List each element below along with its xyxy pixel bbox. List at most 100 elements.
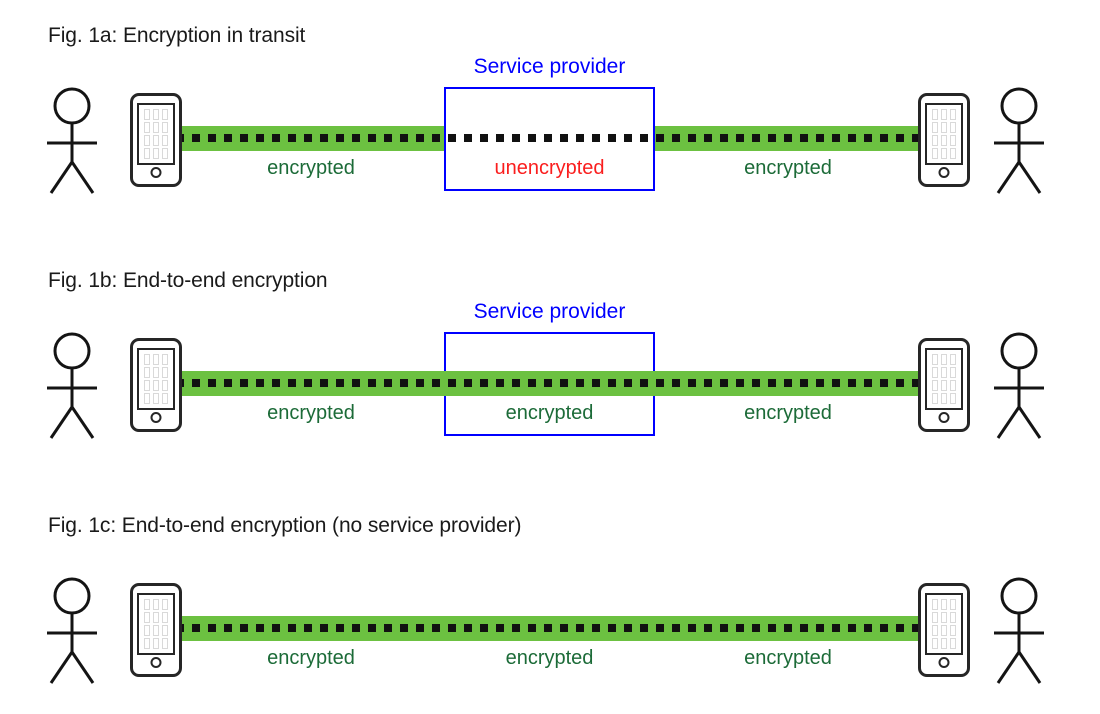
app-icon [144, 122, 151, 133]
app-icon [144, 354, 151, 365]
app-icon [161, 612, 168, 623]
figure-1b: Fig. 1b: End-to-end encryption Service p… [0, 245, 1100, 495]
app-icon [940, 367, 948, 378]
app-icon [940, 380, 948, 391]
app-icon [144, 599, 151, 610]
figure-1b-title: Fig. 1b: End-to-end encryption [48, 269, 328, 292]
right-smartphone-home-button [938, 657, 950, 668]
app-icon [940, 393, 948, 404]
service-provider-label: Service provider [473, 55, 626, 78]
app-icon [949, 625, 956, 636]
service-provider-label: Service provider [473, 300, 626, 323]
right-smartphone-home-button [938, 167, 950, 178]
app-icon [932, 148, 939, 159]
left-smartphone [130, 583, 182, 677]
app-icon [949, 148, 956, 159]
app-icon [940, 612, 948, 623]
app-icon [932, 135, 939, 146]
app-icon [932, 393, 939, 404]
data-flow-dotted-line [176, 624, 922, 632]
app-icon [144, 109, 151, 120]
figure-1c-title: Fig. 1c: End-to-end encryption (no servi… [48, 514, 522, 537]
left-smartphone-home-button [150, 412, 162, 423]
app-icon [940, 354, 948, 365]
right-smartphone [918, 338, 970, 432]
app-icon [940, 122, 948, 133]
app-icon [144, 367, 151, 378]
segment-label-left: encrypted [267, 402, 355, 424]
app-icon [161, 638, 168, 649]
app-icon [152, 380, 160, 391]
app-icon [940, 625, 948, 636]
data-flow-dotted-line [176, 134, 922, 142]
app-icon [949, 599, 956, 610]
app-icon [932, 354, 939, 365]
app-icon [161, 122, 168, 133]
app-icon [949, 122, 956, 133]
left-smartphone-screen [137, 593, 175, 655]
left-smartphone-screen [137, 348, 175, 410]
app-icon [940, 599, 948, 610]
app-icon [161, 625, 168, 636]
right-smartphone-screen [925, 103, 963, 165]
segment-label-left: encrypted [267, 647, 355, 669]
right-smartphone [918, 583, 970, 677]
app-icon [152, 638, 160, 649]
app-icon [144, 135, 151, 146]
app-icon [161, 393, 168, 404]
left-actor-stick-figure [44, 576, 106, 684]
app-icon [161, 148, 168, 159]
app-icon [949, 380, 956, 391]
app-icon [144, 148, 151, 159]
right-actor-stick-figure [988, 331, 1050, 439]
app-icon [940, 109, 948, 120]
segment-label-middle: encrypted [505, 647, 594, 669]
app-icon [161, 599, 168, 610]
app-icon [152, 612, 160, 623]
right-smartphone-screen [925, 348, 963, 410]
left-actor-stick-figure [44, 86, 106, 194]
figure-1a: Fig. 1a: Encryption in transit Service p… [0, 0, 1100, 250]
right-smartphone-screen [925, 593, 963, 655]
app-icon [932, 612, 939, 623]
left-smartphone [130, 93, 182, 187]
app-icon [940, 638, 948, 649]
right-smartphone [918, 93, 970, 187]
left-actor-stick-figure [44, 331, 106, 439]
segment-label-right: encrypted [744, 402, 832, 424]
app-icon [161, 109, 168, 120]
app-icon [949, 638, 956, 649]
app-icon [949, 109, 956, 120]
segment-label-left: encrypted [267, 157, 355, 179]
right-smartphone-home-button [938, 412, 950, 423]
app-icon [152, 354, 160, 365]
figure-1a-title: Fig. 1a: Encryption in transit [48, 24, 306, 47]
figure-1c: Fig. 1c: End-to-end encryption (no servi… [0, 490, 1100, 714]
app-icon [152, 135, 160, 146]
app-icon [152, 625, 160, 636]
left-smartphone-screen [137, 103, 175, 165]
app-icon [161, 135, 168, 146]
right-actor-stick-figure [988, 86, 1050, 194]
left-smartphone-home-button [150, 167, 162, 178]
left-smartphone [130, 338, 182, 432]
app-icon [932, 367, 939, 378]
app-icon [144, 612, 151, 623]
segment-label-right: encrypted [744, 647, 832, 669]
app-icon [161, 367, 168, 378]
app-icon [152, 122, 160, 133]
app-icon [161, 354, 168, 365]
right-actor-stick-figure [988, 576, 1050, 684]
app-icon [144, 625, 151, 636]
app-icon [949, 612, 956, 623]
app-icon [940, 135, 948, 146]
app-icon [949, 135, 956, 146]
data-flow-dotted-line [176, 379, 922, 387]
app-icon [152, 599, 160, 610]
app-icon [940, 148, 948, 159]
app-icon [144, 393, 151, 404]
app-icon [144, 638, 151, 649]
app-icon [949, 367, 956, 378]
app-icon [932, 625, 939, 636]
segment-label-middle: encrypted [505, 402, 594, 424]
